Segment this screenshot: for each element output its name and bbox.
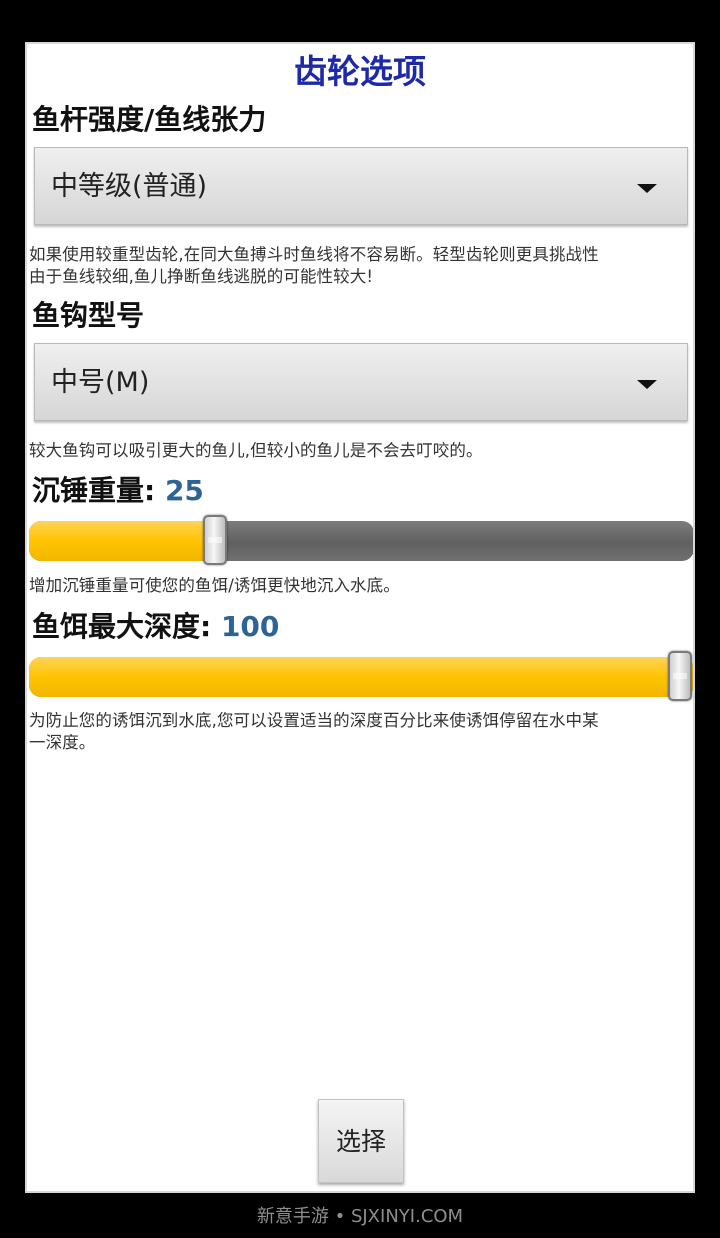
sinker-weight-value: 25 [164, 474, 204, 507]
bait-depth-slider[interactable] [29, 651, 693, 701]
slider-fill [29, 657, 693, 697]
rod-strength-help-line2: 由于鱼线较细,鱼儿挣断鱼线逃脱的可能性较大! [29, 267, 374, 286]
bait-depth-label: 鱼饵最大深度: 100 [32, 609, 279, 645]
slider-track[interactable] [29, 521, 693, 561]
watermark: 新意手游 • SJXINYI.COM [256, 1206, 464, 1227]
slider-thumb[interactable] [668, 651, 692, 701]
sinker-weight-label-text: 沉锤重量: [32, 474, 165, 507]
bait-depth-help-line1: 为防止您的诱饵沉到水底,您可以设置适当的深度百分比来使诱饵停留在水中某 [29, 711, 599, 730]
sinker-weight-slider[interactable] [29, 515, 693, 565]
bait-depth-value: 100 [220, 610, 280, 643]
hook-size-dropdown[interactable]: 中号(M) [34, 343, 688, 421]
select-button[interactable]: 选择 [318, 1099, 404, 1183]
slider-track[interactable] [29, 657, 693, 697]
rod-strength-label: 鱼杆强度/鱼线张力 [32, 103, 267, 136]
sinker-weight-help: 增加沉锤重量可使您的鱼饵/诱饵更快地沉入水底。 [29, 576, 400, 595]
dropdown-arrow-icon [637, 184, 657, 193]
rod-strength-dropdown[interactable]: 中等级(普通) [34, 147, 688, 225]
sinker-weight-label: 沉锤重量: 25 [32, 473, 204, 509]
bait-depth-help: 为防止您的诱饵沉到水底,您可以设置适当的深度百分比来使诱饵停留在水中某 一深度。 [29, 710, 693, 754]
hook-size-selected: 中号(M) [51, 367, 150, 398]
bait-depth-help-line2: 一深度。 [29, 733, 96, 752]
bait-depth-label-text: 鱼饵最大深度: [32, 610, 221, 643]
hook-size-label: 鱼钩型号 [32, 299, 145, 332]
rod-strength-help: 如果使用较重型齿轮,在同大鱼搏斗时鱼线将不容易断。轻型齿轮则更具挑战性 由于鱼线… [29, 244, 693, 288]
slider-fill [29, 521, 215, 561]
gear-options-panel: 齿轮选项 鱼杆强度/鱼线张力 中等级(普通) 如果使用较重型齿轮,在同大鱼搏斗时… [25, 42, 695, 1193]
dropdown-arrow-icon [637, 380, 657, 389]
slider-thumb[interactable] [203, 515, 227, 565]
page-title: 齿轮选项 [294, 52, 426, 91]
hook-size-help: 较大鱼钩可以吸引更大的鱼儿,但较小的鱼儿是不会去叮咬的。 [29, 441, 483, 460]
rod-strength-selected: 中等级(普通) [51, 171, 208, 202]
rod-strength-help-line1: 如果使用较重型齿轮,在同大鱼搏斗时鱼线将不容易断。轻型齿轮则更具挑战性 [29, 245, 599, 264]
